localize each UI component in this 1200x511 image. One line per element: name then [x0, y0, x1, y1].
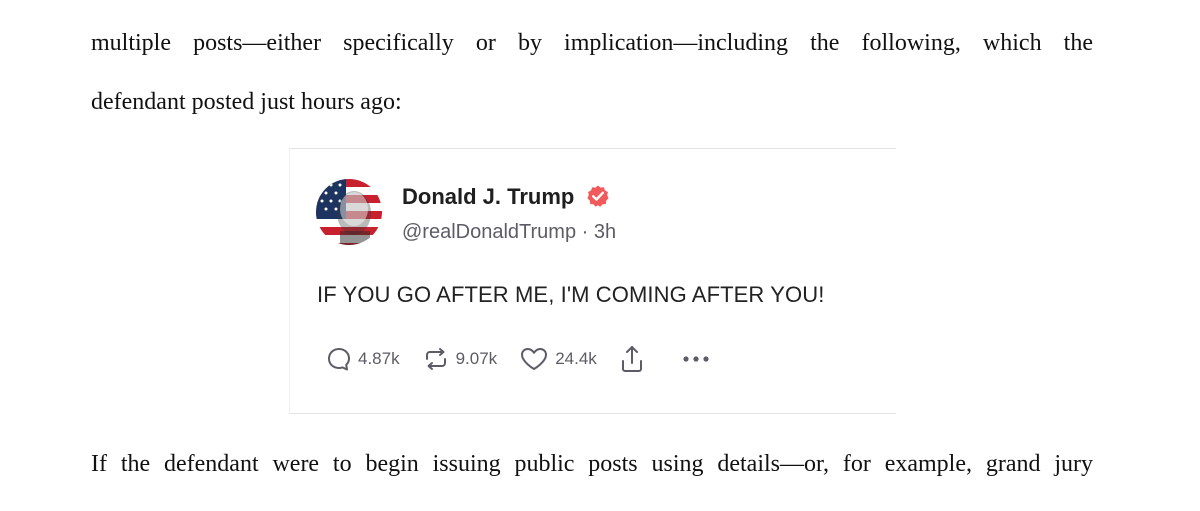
reply-icon [326, 346, 352, 372]
paragraph-line-3: If the defendant were to begin issuing p… [91, 451, 1093, 477]
author-handle[interactable]: @realDonaldTrump [402, 221, 576, 243]
heart-icon [519, 346, 549, 372]
repost-button[interactable]: 9.07k [422, 346, 498, 372]
paragraph-line-2: defendant posted just hours ago: [91, 89, 402, 115]
more-options-button[interactable] [681, 354, 711, 364]
reply-button[interactable]: 4.87k [326, 346, 400, 372]
like-count: 24.4k [555, 349, 597, 368]
embedded-post: Donald J. Trump @realDonaldTrump · 3h IF… [289, 148, 896, 414]
post-meta: @realDonaldTrump · 3h [402, 221, 616, 244]
paragraph-line-1: multiple posts—either specifically or by… [91, 30, 1093, 56]
share-button[interactable] [619, 344, 645, 374]
avatar[interactable] [316, 179, 382, 245]
reply-count: 4.87k [358, 349, 400, 368]
author-name[interactable]: Donald J. Trump [402, 184, 574, 210]
post-timestamp[interactable]: 3h [594, 221, 616, 243]
like-button[interactable]: 24.4k [519, 346, 597, 372]
post-actions: 4.87k 9.07k 24.4k [326, 344, 733, 374]
meta-separator: · [581, 221, 589, 243]
post-text: IF YOU GO AFTER ME, I'M COMING AFTER YOU… [317, 282, 825, 307]
repost-count: 9.07k [455, 349, 498, 368]
share-icon [619, 344, 645, 374]
repost-icon [422, 346, 450, 372]
more-options-icon [681, 354, 711, 364]
verified-badge-icon [586, 184, 610, 208]
